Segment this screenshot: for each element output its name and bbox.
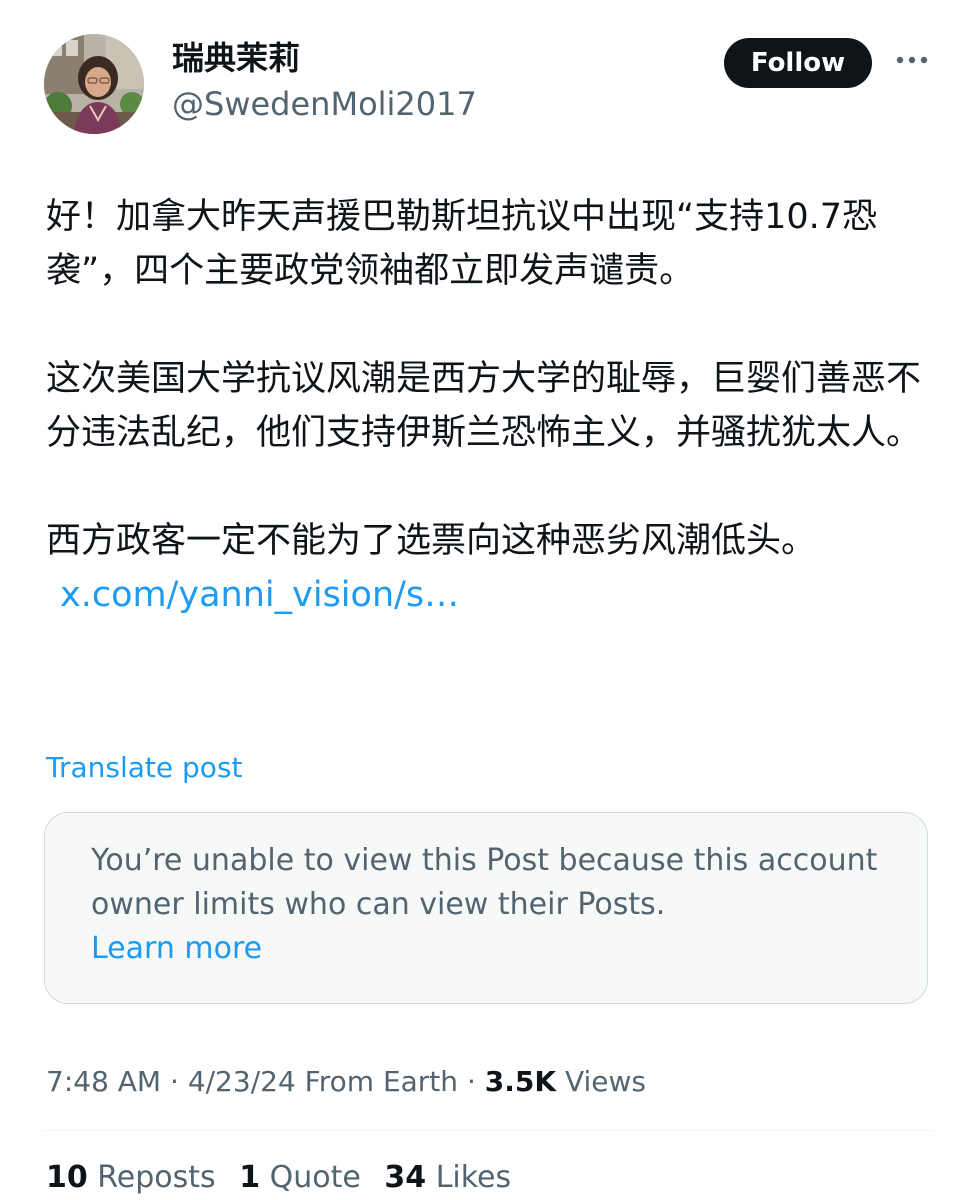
learn-more-link[interactable]: Learn more [91, 927, 891, 971]
post-meta: 7:48 AM · 4/23/24 From Earth · 3.5K View… [46, 1060, 646, 1104]
likes-stat[interactable]: 34 Likes [384, 1156, 511, 1200]
quoted-post-unavailable-notice: You’re unable to view this Post because … [44, 812, 928, 1004]
translate-post-link[interactable]: Translate post [46, 748, 243, 788]
notice-text: You’re unable to view this Post because … [91, 839, 891, 971]
notice-message: You’re unable to view this Post because … [91, 843, 878, 922]
display-name[interactable]: 瑞典茉莉 [172, 36, 300, 80]
likes-count: 34 [384, 1160, 427, 1195]
post-paragraph: 西方政客一定不能为了选票向这种恶劣风潮低头。 x.com/yanni_vision… [46, 514, 926, 622]
likes-label: Likes [435, 1160, 512, 1195]
post-paragraph: 这次美国大学抗议风潮是西方大学的耻辱，巨婴们善恶不分违法乱纪，他们支持伊斯兰恐怖… [46, 359, 922, 453]
views-count[interactable]: 3.5K [485, 1065, 556, 1098]
post-paragraph-text: 西方政客一定不能为了选票向这种恶劣风潮低头。 [46, 521, 817, 561]
divider [44, 1130, 932, 1131]
post-link[interactable]: x.com/yanni_vision/s… [60, 575, 459, 615]
follow-button[interactable]: Follow [724, 38, 872, 88]
reposts-count: 10 [46, 1160, 88, 1195]
reposts-label: Reposts [97, 1160, 216, 1195]
user-handle[interactable]: @SwedenMoli2017 [172, 82, 477, 126]
engagement-stats: 10 Reposts 1 Quote 34 Likes [46, 1156, 525, 1200]
quotes-label: Quote [269, 1160, 361, 1195]
meta-separator: · [170, 1065, 179, 1098]
quotes-stat[interactable]: 1 Quote [239, 1156, 361, 1200]
avatar[interactable] [44, 34, 144, 134]
meta-separator: · [466, 1065, 476, 1098]
post-paragraph: 好！加拿大昨天声援巴勒斯坦抗议中出现“支持10.7恐袭”，四个主要政党领袖都立即… [46, 197, 878, 291]
post-body: 好！加拿大昨天声援巴勒斯坦抗议中出现“支持10.7恐袭”，四个主要政党领袖都立即… [46, 190, 926, 622]
post-time[interactable]: 7:48 AM [46, 1065, 161, 1098]
post-header: 瑞典茉莉 @SwedenMoli2017 Follow [44, 34, 944, 134]
more-horizontal-icon[interactable] [892, 38, 932, 82]
views-label: Views [564, 1065, 647, 1098]
avatar-photo [44, 34, 144, 134]
reposts-stat[interactable]: 10 Reposts [46, 1156, 216, 1200]
post-source: From Earth [304, 1065, 459, 1098]
post-date[interactable]: 4/23/24 [188, 1065, 296, 1098]
quotes-count: 1 [239, 1160, 261, 1195]
